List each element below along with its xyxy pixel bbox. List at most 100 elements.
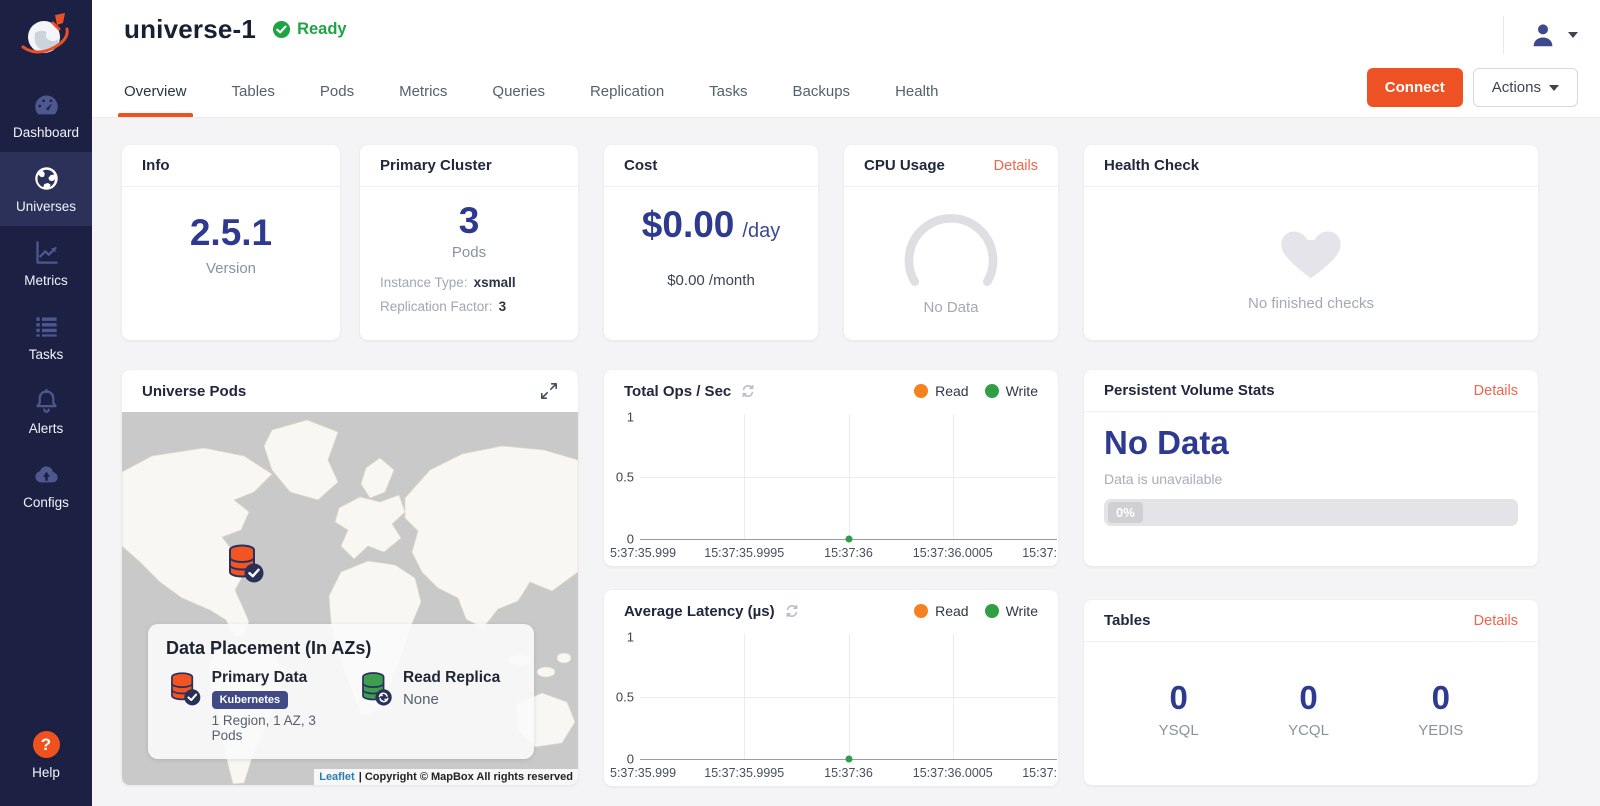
cost-per-day-unit: /day [742, 220, 780, 243]
x-tick: 5:37:35.999 [610, 766, 676, 780]
write-legend-label: Write [1006, 383, 1038, 399]
ycql-label: YCQL [1288, 722, 1329, 739]
x-tick: 15:37:36.0005 [913, 766, 993, 780]
tab-replication[interactable]: Replication [590, 65, 664, 117]
card-title: Health Check [1104, 157, 1199, 174]
sidebar-item-tasks[interactable]: Tasks [0, 300, 92, 374]
tab-overview[interactable]: Overview [124, 65, 187, 117]
pods-count: 3 [459, 201, 480, 242]
read-replica-value: None [403, 691, 500, 708]
sidebar: Dashboard Universes Metrics Tasks Alert [0, 0, 92, 806]
tab-queries[interactable]: Queries [492, 65, 545, 117]
sidebar-item-dashboard[interactable]: Dashboard [0, 78, 92, 152]
refresh-icon[interactable] [784, 603, 800, 619]
world-map[interactable]: Data Placement (In AZs) [122, 412, 578, 785]
sidebar-item-label: Dashboard [13, 125, 79, 140]
tab-pods[interactable]: Pods [320, 65, 354, 117]
actions-button[interactable]: Actions [1473, 68, 1578, 107]
line-chart-icon [33, 239, 60, 266]
tab-metrics[interactable]: Metrics [399, 65, 447, 117]
instance-type-row: Instance Type:xsmall [380, 275, 558, 290]
ysql-label: YSQL [1159, 722, 1199, 739]
y-tick: 0.5 [616, 689, 634, 704]
sidebar-item-help[interactable]: ? Help [0, 718, 92, 792]
ysql-count: 0 [1170, 680, 1188, 716]
health-empty-message: No finished checks [1248, 295, 1374, 312]
tables-details-link[interactable]: Details [1474, 613, 1518, 629]
app-logo[interactable] [16, 8, 76, 64]
tab-tasks[interactable]: Tasks [709, 65, 747, 117]
data-placement-panel: Data Placement (In AZs) [148, 624, 534, 759]
x-axis-labels: 5:37:35.999 15:37:35.9995 15:37:36 15:37… [640, 546, 1057, 563]
write-data-point [845, 756, 852, 763]
card-title: Primary Cluster [380, 157, 492, 174]
cpu-details-link[interactable]: Details [994, 158, 1038, 174]
user-avatar-icon[interactable] [1528, 20, 1558, 50]
bell-icon [33, 387, 60, 414]
refresh-icon[interactable] [740, 383, 756, 399]
status-badge: Ready [272, 20, 347, 39]
tab-health[interactable]: Health [895, 65, 938, 117]
tab-backups[interactable]: Backups [793, 65, 851, 117]
tab-bar: Overview Tables Pods Metrics Queries Rep… [124, 65, 938, 117]
x-tick: 15:37:36 [824, 766, 873, 780]
card-title: CPU Usage [864, 157, 945, 174]
persistent-volume-card: Persistent Volume Stats Details No Data … [1084, 370, 1538, 566]
y-tick: 1 [627, 629, 634, 644]
volume-details-link[interactable]: Details [1474, 383, 1518, 399]
card-title: Cost [624, 157, 657, 174]
tables-card: Tables Details 0 YSQL 0 YCQL 0 YEDIS [1084, 600, 1538, 785]
globe-icon [33, 165, 60, 192]
expand-map-icon[interactable] [540, 382, 558, 400]
leaflet-link[interactable]: Leaflet [319, 771, 354, 783]
ycql-count: 0 [1299, 680, 1317, 716]
volume-subtitle: Data is unavailable [1104, 471, 1538, 487]
header-divider [1503, 16, 1504, 54]
write-legend-dot [985, 384, 999, 398]
sidebar-item-configs[interactable]: Configs [0, 448, 92, 522]
user-menu-caret-icon[interactable] [1568, 32, 1578, 38]
ysql-stat: 0 YSQL [1159, 680, 1199, 739]
x-axis-labels: 5:37:35.999 15:37:35.9995 15:37:36 15:37… [640, 766, 1057, 783]
sidebar-item-label: Help [32, 765, 60, 780]
universe-pods-card: Universe Pods [122, 370, 578, 785]
pod-location-marker[interactable] [223, 542, 265, 589]
chart-legend: Read Write [914, 603, 1038, 619]
universe-title: universe-1 [124, 14, 256, 45]
overview-content: Info 2.5.1 Version Primary Cluster 3 Pod… [92, 118, 1600, 806]
card-title: Persistent Volume Stats [1104, 382, 1275, 399]
task-list-icon [33, 313, 60, 340]
version-label: Version [206, 260, 256, 277]
connect-button[interactable]: Connect [1367, 68, 1463, 107]
sidebar-item-label: Configs [23, 495, 69, 510]
sidebar-item-label: Alerts [29, 421, 64, 436]
sidebar-item-universes[interactable]: Universes [0, 152, 92, 226]
heart-icon [1275, 217, 1347, 281]
help-icon: ? [33, 731, 60, 758]
avg-latency-plot-area: 1 0.5 0 [640, 634, 1057, 760]
sidebar-item-alerts[interactable]: Alerts [0, 374, 92, 448]
planet-rocket-icon [17, 9, 75, 63]
health-check-card: Health Check No finished checks [1084, 145, 1538, 340]
actions-caret-icon [1549, 85, 1559, 91]
cpu-usage-card: CPU Usage Details No Data [844, 145, 1058, 340]
tab-tables[interactable]: Tables [232, 65, 275, 117]
cost-card: Cost $0.00 /day $0.00 /month [604, 145, 818, 340]
read-legend-dot [914, 604, 928, 618]
read-replica-label: Read Replica [403, 669, 500, 687]
primary-data-summary: 1 Region, 1 AZ, 3 Pods [212, 713, 349, 743]
sidebar-item-metrics[interactable]: Metrics [0, 226, 92, 300]
x-tick: 15:37: [1022, 766, 1057, 780]
yedis-count: 0 [1432, 680, 1450, 716]
kubernetes-badge: Kubernetes [212, 691, 289, 709]
sidebar-item-label: Universes [16, 199, 76, 214]
map-attribution: Leaflet | Copyright © MapBox All rights … [314, 769, 578, 785]
x-tick: 15:37:36 [824, 546, 873, 560]
y-tick: 1 [627, 409, 634, 424]
cost-per-month: $0.00 /month [667, 272, 755, 289]
yedis-stat: 0 YEDIS [1418, 680, 1463, 739]
cost-per-day-value: $0.00 [642, 205, 735, 246]
chart-legend: Read Write [914, 383, 1038, 399]
read-legend-dot [914, 384, 928, 398]
sidebar-item-label: Metrics [24, 273, 68, 288]
